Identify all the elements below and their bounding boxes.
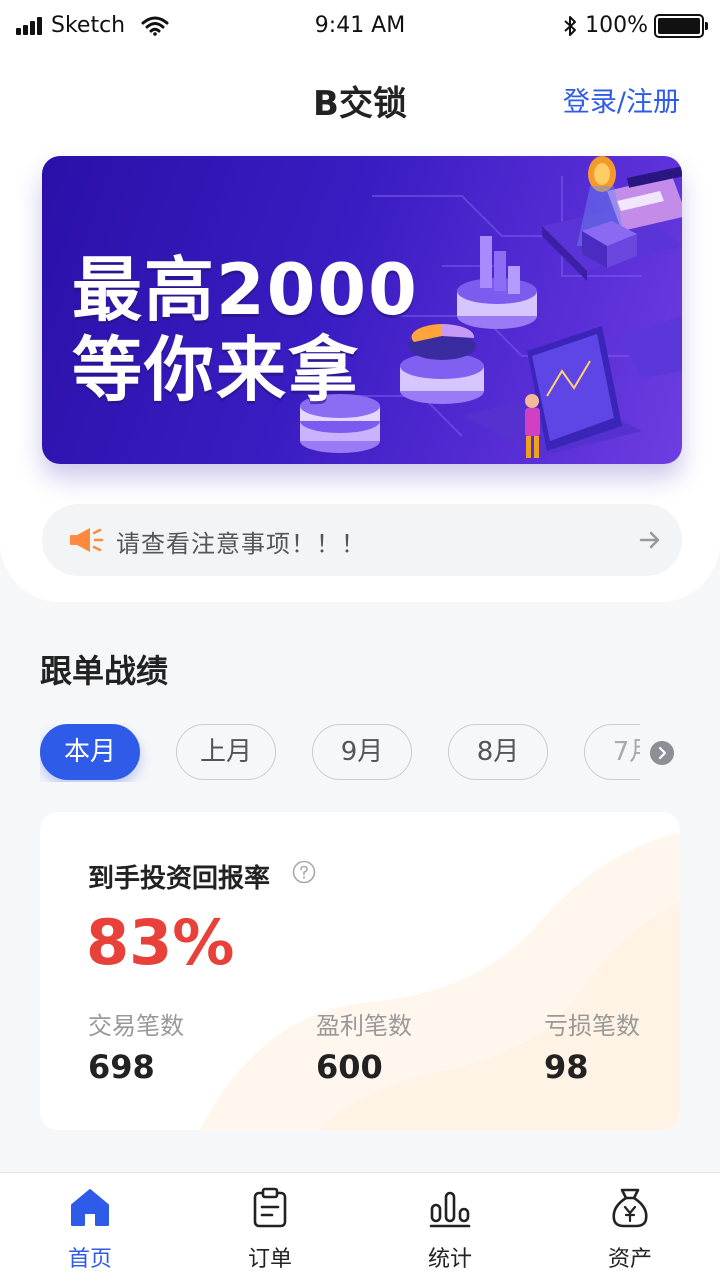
period-tabs: 本月 上月 9月 8月 7月 <box>40 724 640 782</box>
megaphone-icon <box>70 528 104 552</box>
bluetooth-icon <box>564 15 577 36</box>
metric-label-trades: 交易笔数 <box>88 1012 184 1040</box>
tab-july[interactable]: 7月 <box>584 724 640 780</box>
tabbar-home[interactable]: 首页 <box>0 1173 180 1280</box>
battery-percent: 100% <box>585 13 648 38</box>
promo-banner[interactable]: 最高2000 等你来拿 <box>42 156 682 464</box>
bottom-tab-bar: 首页 订单 统计 资产 <box>0 1172 720 1280</box>
tab-september[interactable]: 9月 <box>312 724 412 780</box>
tabbar-label-stats: 统计 <box>427 1247 472 1272</box>
status-right: 100% <box>563 13 708 38</box>
rate-label: 到手投资回报率 <box>88 864 271 894</box>
metric-value-profit: 600 <box>316 1048 383 1086</box>
rate-value: 83% <box>86 906 235 979</box>
login-register-link[interactable]: 登录/注册 <box>563 80 680 119</box>
tab-august[interactable]: 8月 <box>448 724 548 780</box>
notice-bar[interactable]: 请查看注意事项！！！ <box>42 504 682 576</box>
metric-value-loss: 98 <box>544 1048 589 1086</box>
status-bar: Sketch 9:41 AM 100% <box>0 0 720 52</box>
bar-chart-icon <box>429 1191 471 1228</box>
tabbar-label-assets: 资产 <box>607 1247 652 1272</box>
metric-value-trades: 698 <box>88 1048 155 1086</box>
tabbar-orders[interactable]: 订单 <box>180 1173 360 1280</box>
metric-label-loss: 亏损笔数 <box>544 1012 640 1040</box>
tab-last-month[interactable]: 上月 <box>176 724 276 780</box>
home-icon <box>71 1189 109 1226</box>
banner-subheadline: 等你来拿 <box>72 329 360 411</box>
tabbar-label-home: 首页 <box>67 1247 112 1272</box>
tabbar-stats[interactable]: 统计 <box>360 1173 540 1280</box>
money-bag-icon <box>612 1188 648 1228</box>
order-clipboard-icon <box>253 1187 287 1228</box>
arrow-right-icon[interactable] <box>638 528 662 552</box>
notice-text: 请查看注意事项！！！ <box>116 530 366 558</box>
scroll-right-icon[interactable] <box>650 741 674 765</box>
tabbar-assets[interactable]: 资产 <box>540 1173 720 1280</box>
help-icon[interactable] <box>292 860 316 884</box>
tab-this-month[interactable]: 本月 <box>40 724 140 780</box>
section-title: 跟单战绩 <box>40 652 169 690</box>
battery-icon <box>654 13 708 38</box>
tabbar-label-orders: 订单 <box>247 1247 292 1272</box>
stats-card: 到手投资回报率 83% 交易笔数 698 盈利笔数 600 亏损笔数 98 <box>40 812 680 1130</box>
metric-label-profit: 盈利笔数 <box>316 1012 412 1040</box>
